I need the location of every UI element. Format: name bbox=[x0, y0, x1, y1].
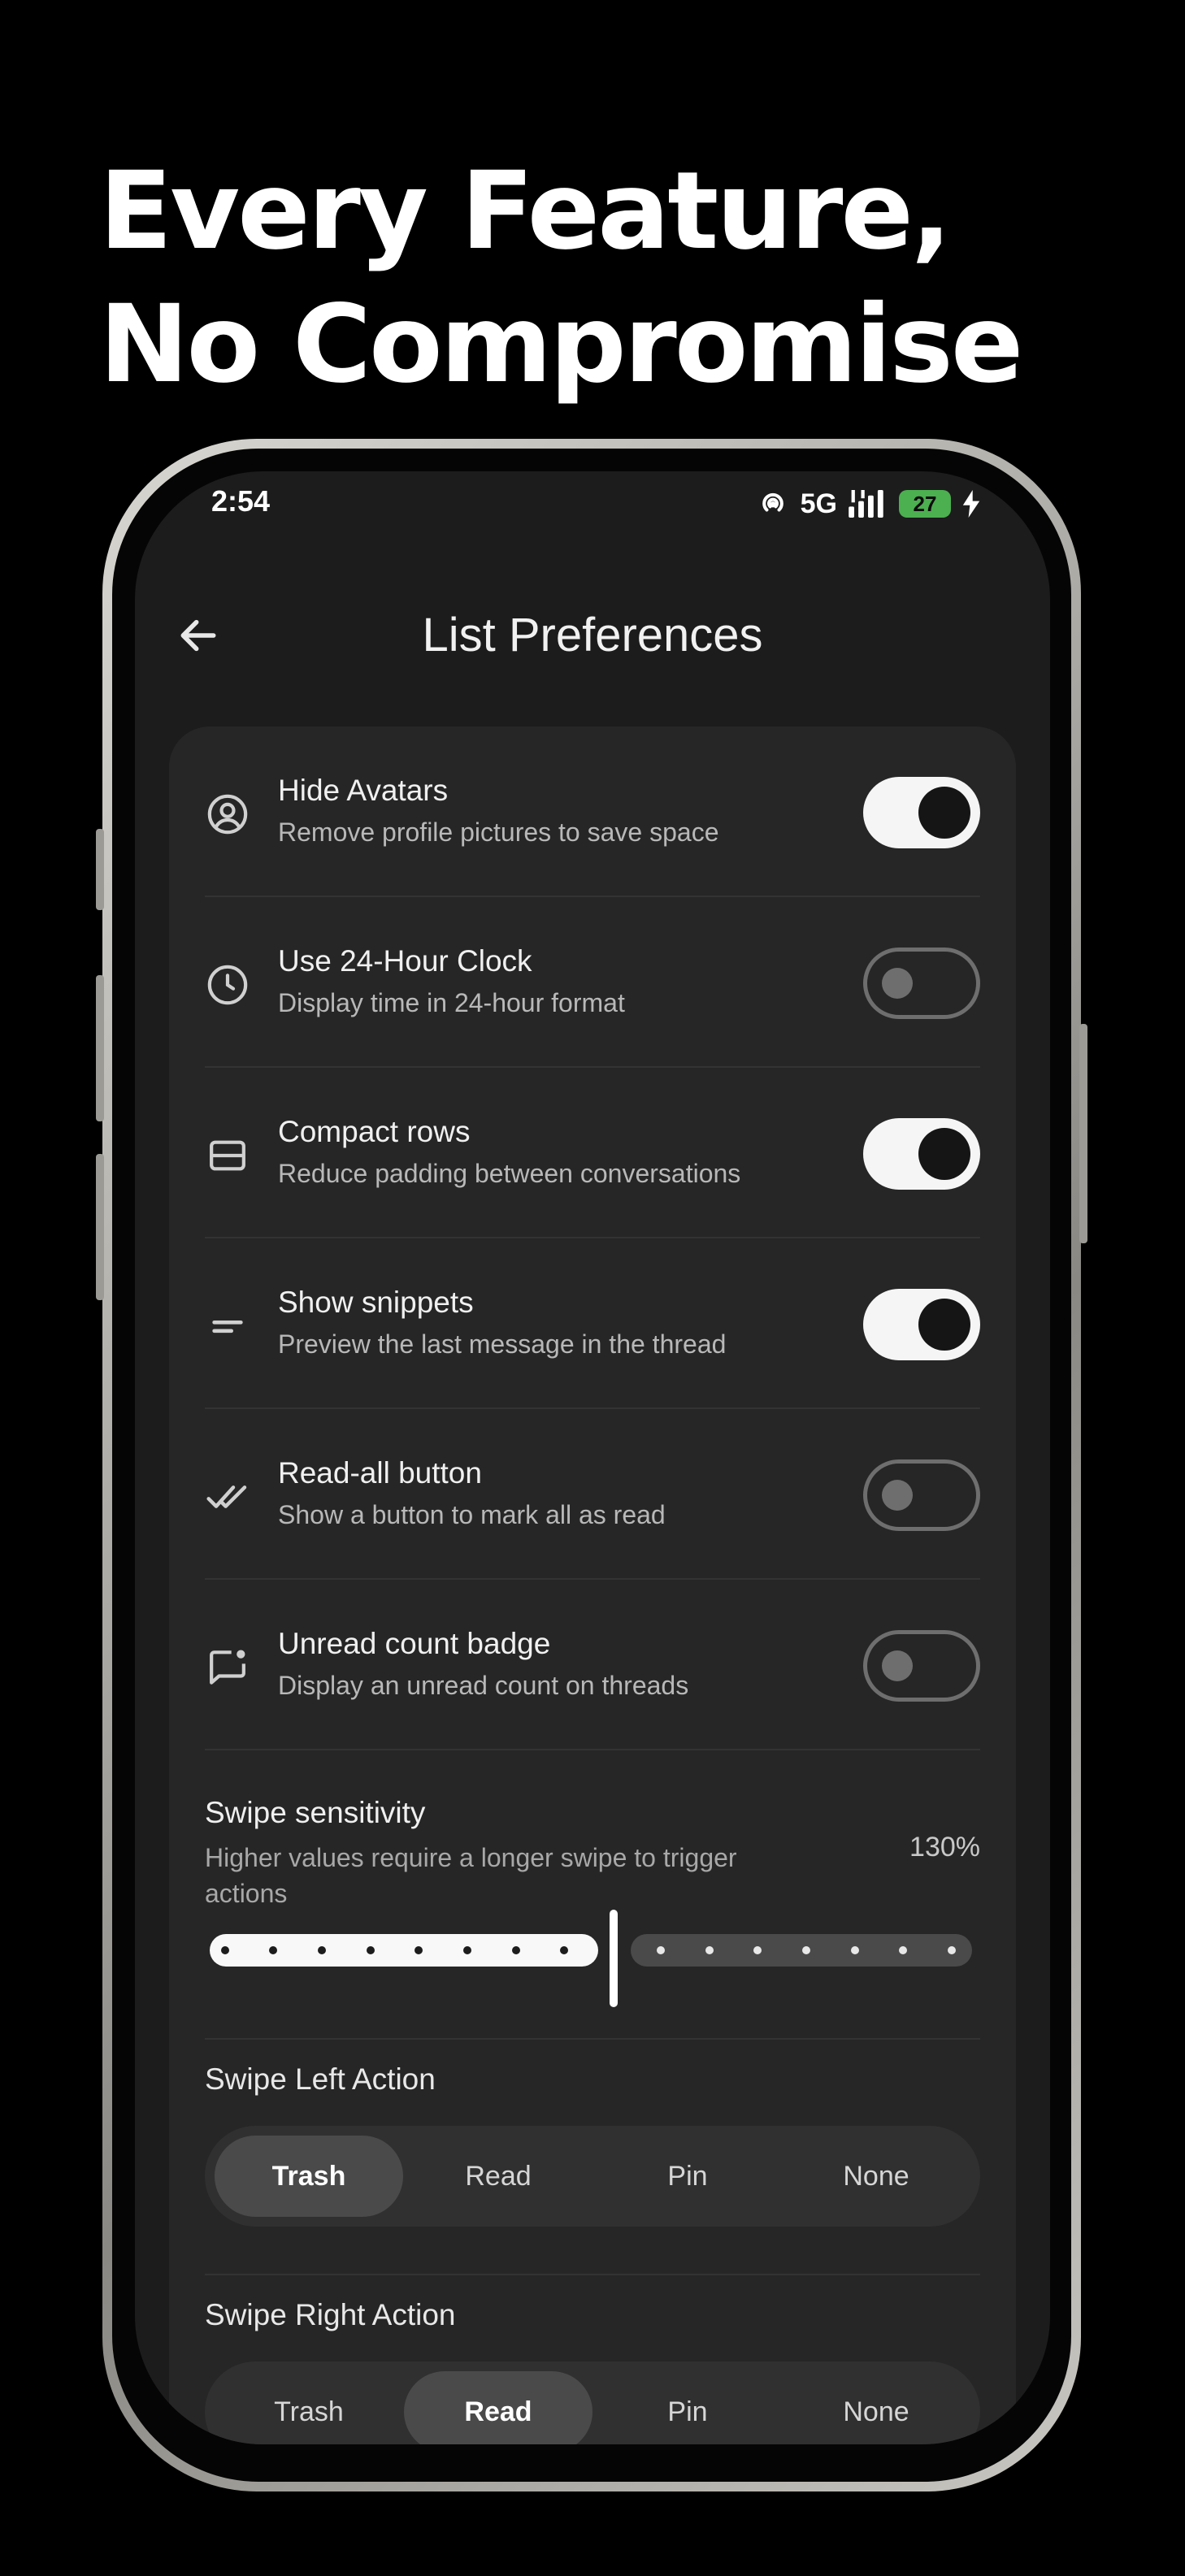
setting-title: Read-all button bbox=[278, 1456, 482, 1490]
status-icons: 5G 27 bbox=[757, 488, 980, 520]
toggle-knob bbox=[882, 1650, 913, 1681]
slider-active-track[interactable] bbox=[210, 1934, 598, 1967]
setting-row-unread-count-badge[interactable]: Unread count badge Display an unread cou… bbox=[205, 1580, 980, 1750]
swipe-left-option-read[interactable]: Read bbox=[404, 2136, 592, 2217]
network-type: 5G bbox=[800, 488, 837, 519]
divider bbox=[205, 1749, 980, 1750]
toggle-knob bbox=[882, 1480, 913, 1511]
24-hour-clock-toggle[interactable] bbox=[863, 948, 980, 1019]
headline-line-2: No Compromise bbox=[99, 282, 1023, 407]
toggle-knob bbox=[882, 968, 913, 999]
slider-tick bbox=[851, 1946, 859, 1954]
setting-subtitle: Display time in 24-hour format bbox=[278, 988, 625, 1017]
setting-subtitle: Reduce padding between conversations bbox=[278, 1159, 741, 1188]
slider-tick bbox=[512, 1946, 520, 1954]
swipe-left-option-pin[interactable]: Pin bbox=[593, 2136, 782, 2217]
slider-tick bbox=[269, 1946, 277, 1954]
phone-button-volume-up bbox=[96, 975, 104, 1121]
slider-tick bbox=[415, 1946, 423, 1954]
setting-row-show-snippets[interactable]: Show snippets Preview the last message i… bbox=[205, 1238, 980, 1409]
headline-line-1: Every Feature, bbox=[99, 149, 952, 274]
toggle-knob bbox=[918, 1299, 970, 1351]
phone-screen: 2:54 5G 27 List Preferences Hide Avatars… bbox=[135, 471, 1050, 2444]
unread-count-badge-toggle[interactable] bbox=[863, 1630, 980, 1702]
toggle-knob bbox=[918, 1128, 970, 1180]
hotspot-icon bbox=[762, 492, 783, 512]
slider-tick bbox=[753, 1946, 762, 1954]
swipe-sensitivity-subtitle: Higher values require a longer swipe to … bbox=[205, 1843, 737, 1908]
swipe-right-option-pin[interactable]: Pin bbox=[593, 2371, 782, 2444]
setting-title: Hide Avatars bbox=[278, 774, 449, 807]
charging-icon bbox=[962, 490, 980, 518]
slider-tick bbox=[802, 1946, 810, 1954]
setting-row-compact-rows[interactable]: Compact rows Reduce padding between conv… bbox=[205, 1068, 980, 1238]
chat-badge-icon bbox=[210, 1650, 245, 1685]
swipe-right-option-read[interactable]: Read bbox=[404, 2371, 592, 2444]
compact-rows-toggle[interactable] bbox=[863, 1118, 980, 1190]
setting-subtitle: Show a button to mark all as read bbox=[278, 1500, 666, 1529]
slider-thumb[interactable] bbox=[610, 1910, 618, 2007]
slider-tick bbox=[560, 1946, 568, 1954]
slider-tick bbox=[705, 1946, 714, 1954]
clock-icon bbox=[207, 965, 248, 1005]
swipe-right-label: Swipe Right Action bbox=[205, 2298, 456, 2331]
slider-tick bbox=[657, 1946, 665, 1954]
setting-title: Unread count badge bbox=[278, 1627, 551, 1660]
swipe-right-option-none[interactable]: None bbox=[782, 2371, 970, 2444]
setting-row-hide-avatars[interactable]: Hide Avatars Remove profile pictures to … bbox=[205, 726, 980, 897]
toggle-knob bbox=[918, 787, 970, 839]
settings-card: Hide Avatars Remove profile pictures to … bbox=[169, 726, 1016, 2444]
swipe-left-selector: Trash Read Pin None bbox=[205, 2126, 980, 2227]
slider-tick bbox=[463, 1946, 471, 1954]
show-snippets-toggle[interactable] bbox=[863, 1289, 980, 1360]
setting-row-24-hour-clock[interactable]: Use 24-Hour Clock Display time in 24-hou… bbox=[205, 897, 980, 1068]
double-check-icon bbox=[206, 1485, 247, 1508]
setting-title: Use 24-Hour Clock bbox=[278, 944, 532, 978]
setting-title: Compact rows bbox=[278, 1115, 471, 1148]
page-title: List Preferences bbox=[422, 609, 763, 661]
battery-indicator: 27 bbox=[899, 490, 951, 518]
avatar-icon bbox=[207, 794, 248, 835]
setting-subtitle: Remove profile pictures to save space bbox=[278, 817, 719, 847]
headline: Every Feature, No Compromise bbox=[99, 145, 1115, 411]
slider-tick bbox=[948, 1946, 956, 1954]
slider-tick bbox=[318, 1946, 326, 1954]
setting-title: Show snippets bbox=[278, 1286, 474, 1319]
setting-row-read-all-button[interactable]: Read-all button Show a button to mark al… bbox=[205, 1409, 980, 1580]
slider-tick bbox=[367, 1946, 375, 1954]
divider bbox=[205, 2038, 980, 2040]
phone-button-power bbox=[1079, 1024, 1087, 1243]
swipe-sensitivity-value: 130% bbox=[909, 1832, 980, 1863]
slider-tick bbox=[221, 1946, 229, 1954]
swipe-left-option-none[interactable]: None bbox=[782, 2136, 970, 2217]
signal-icon bbox=[849, 490, 883, 518]
snippet-icon bbox=[212, 1321, 243, 1334]
slider-inactive-track[interactable] bbox=[631, 1934, 972, 1967]
swipe-sensitivity-title: Swipe sensitivity bbox=[205, 1796, 426, 1829]
phone-button-volume-down bbox=[96, 1154, 104, 1300]
status-time: 2:54 bbox=[211, 484, 271, 518]
setting-subtitle: Preview the last message in the thread bbox=[278, 1329, 727, 1359]
phone-button-action bbox=[96, 829, 104, 910]
compact-rows-icon bbox=[210, 1140, 245, 1171]
swipe-left-option-trash[interactable]: Trash bbox=[215, 2136, 403, 2217]
swipe-right-selector: Trash Read Pin None bbox=[205, 2361, 980, 2444]
setting-subtitle: Display an unread count on threads bbox=[278, 1671, 689, 1700]
swipe-right-option-trash[interactable]: Trash bbox=[215, 2371, 403, 2444]
divider bbox=[205, 2274, 980, 2275]
hide-avatars-toggle[interactable] bbox=[863, 777, 980, 848]
read-all-button-toggle[interactable] bbox=[863, 1459, 980, 1531]
slider-tick bbox=[899, 1946, 907, 1954]
swipe-left-label: Swipe Left Action bbox=[205, 2062, 436, 2096]
